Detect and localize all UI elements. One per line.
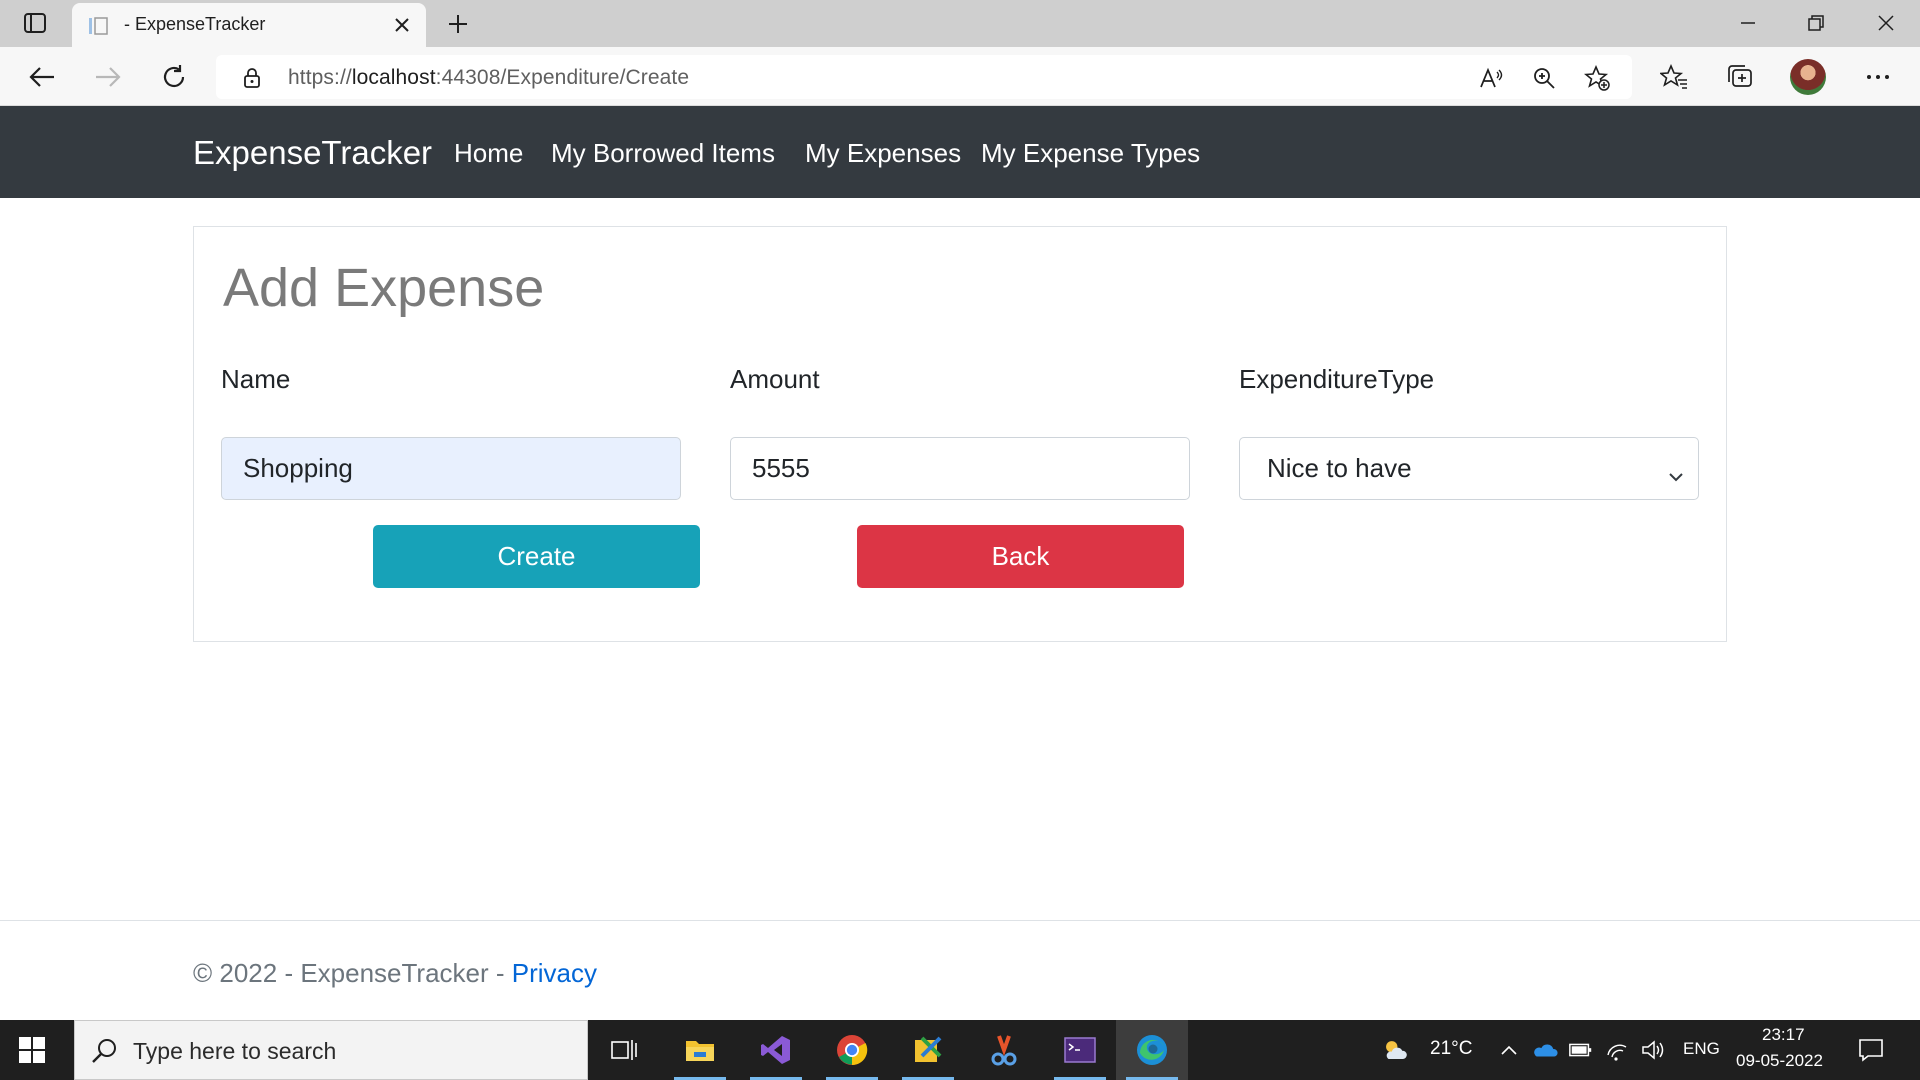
site-footer: © 2022 - ExpenseTracker - Privacy <box>0 920 1920 1020</box>
page-title: Add Expense <box>223 258 545 318</box>
terminal-icon[interactable] <box>1044 1020 1116 1080</box>
edge-icon[interactable] <box>1116 1020 1188 1080</box>
battery-icon[interactable] <box>1568 1037 1594 1063</box>
site-navbar: ExpenseTracker Home My Borrowed Items My… <box>0 106 1920 198</box>
forward-arrow-icon[interactable] <box>92 61 124 93</box>
search-icon <box>91 1037 119 1065</box>
add-favorite-icon[interactable] <box>1584 65 1610 91</box>
file-explorer-icon[interactable] <box>664 1020 736 1080</box>
nav-home[interactable]: Home <box>454 138 523 169</box>
volume-icon[interactable] <box>1640 1037 1666 1063</box>
url-host: localhost <box>351 66 436 89</box>
new-tab-icon[interactable] <box>444 10 472 38</box>
tab-actions-icon[interactable] <box>22 12 48 34</box>
browser-tab-strip: - ExpenseTracker <box>0 0 1920 47</box>
close-tab-icon[interactable] <box>390 13 414 37</box>
clock-time[interactable]: 23:17 <box>1762 1025 1805 1045</box>
wifi-icon[interactable] <box>1604 1037 1630 1063</box>
copyright-text: © 2022 - ExpenseTracker - <box>193 958 512 988</box>
minimize-icon[interactable] <box>1728 8 1768 38</box>
browser-tab[interactable]: - ExpenseTracker <box>72 3 426 47</box>
expenditure-type-selected: Nice to have <box>1267 453 1412 483</box>
page-favicon-icon <box>88 16 108 36</box>
snipping-tool-icon[interactable] <box>968 1020 1040 1080</box>
chevron-down-icon <box>1668 461 1684 482</box>
amount-input-value: 5555 <box>752 453 810 483</box>
windows-start-icon[interactable] <box>18 1036 46 1064</box>
notifications-icon[interactable] <box>1858 1037 1884 1063</box>
favorites-icon[interactable] <box>1658 61 1690 93</box>
show-hidden-icons-icon[interactable] <box>1496 1037 1522 1063</box>
url-text[interactable]: https://localhost:44308/Expenditure/Crea… <box>288 66 689 90</box>
weather-icon[interactable] <box>1382 1037 1408 1063</box>
name-label: Name <box>221 364 291 394</box>
footer-text: © 2022 - ExpenseTracker - Privacy <box>193 958 597 989</box>
back-button[interactable]: Back <box>857 525 1184 588</box>
url-scheme: https:// <box>288 66 352 89</box>
collections-icon[interactable] <box>1724 61 1756 93</box>
nav-my-expenses[interactable]: My Expenses <box>805 138 961 169</box>
chrome-icon[interactable] <box>816 1020 888 1080</box>
browser-toolbar: https://localhost:44308/Expenditure/Crea… <box>0 47 1920 106</box>
expenditure-type-label: ExpenditureType <box>1239 364 1435 394</box>
clock-date[interactable]: 09-05-2022 <box>1736 1051 1823 1071</box>
read-aloud-icon[interactable] <box>1478 65 1504 91</box>
close-window-icon[interactable] <box>1866 8 1906 38</box>
restore-icon[interactable] <box>1796 8 1836 38</box>
task-view-icon[interactable] <box>588 1020 660 1080</box>
create-button[interactable]: Create <box>373 525 700 588</box>
amount-input[interactable]: 5555 <box>730 437 1190 500</box>
add-expense-card: Add Expense Name Amount ExpenditureType … <box>193 226 1727 642</box>
windows-taskbar: Type here to search 21°C ENG 23:17 09-05… <box>0 1020 1920 1080</box>
taskbar-search-box[interactable]: Type here to search <box>74 1020 588 1080</box>
zoom-icon[interactable] <box>1531 65 1557 91</box>
name-input[interactable]: Shopping <box>221 437 681 500</box>
nav-my-borrowed-items[interactable]: My Borrowed Items <box>551 138 775 169</box>
database-tool-icon[interactable] <box>892 1020 964 1080</box>
onedrive-icon[interactable] <box>1532 1037 1558 1063</box>
amount-label: Amount <box>730 364 820 394</box>
lock-icon[interactable] <box>242 67 262 88</box>
name-input-value: Shopping <box>243 453 353 483</box>
more-options-icon[interactable] <box>1862 61 1894 93</box>
weather-temperature[interactable]: 21°C <box>1430 1038 1472 1060</box>
visual-studio-icon[interactable] <box>740 1020 812 1080</box>
url-path: :44308/Expenditure/Create <box>435 66 690 89</box>
nav-my-expense-types[interactable]: My Expense Types <box>981 138 1200 169</box>
input-language[interactable]: ENG <box>1683 1039 1720 1059</box>
address-bar[interactable]: https://localhost:44308/Expenditure/Crea… <box>216 55 1632 99</box>
profile-avatar[interactable] <box>1790 59 1826 95</box>
privacy-link[interactable]: Privacy <box>512 958 597 988</box>
tab-title: - ExpenseTracker <box>124 14 266 34</box>
back-arrow-icon[interactable] <box>26 61 58 93</box>
search-placeholder: Type here to search <box>133 1038 337 1064</box>
refresh-icon[interactable] <box>158 61 190 93</box>
expenditure-type-select[interactable]: Nice to have <box>1239 437 1699 500</box>
brand-link[interactable]: ExpenseTracker <box>193 134 432 172</box>
